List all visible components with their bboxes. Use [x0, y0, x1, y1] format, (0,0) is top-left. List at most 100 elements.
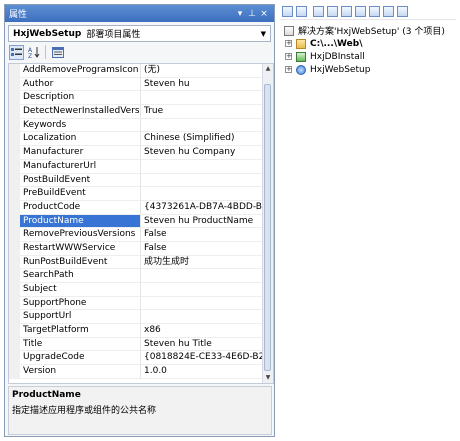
launch-conditions-editor-icon[interactable] — [397, 6, 408, 17]
property-name[interactable]: Version — [20, 365, 141, 379]
categorized-icon[interactable] — [9, 44, 24, 60]
property-value[interactable]: Steven hu Title — [141, 338, 263, 352]
tree-node[interactable]: + HxjDBInstall — [280, 50, 456, 63]
refresh-icon[interactable] — [313, 6, 324, 17]
tree-node[interactable]: + C:\...\Web\ — [280, 37, 456, 50]
file-types-editor-icon[interactable] — [355, 6, 366, 17]
property-row[interactable]: TargetPlatform x86 — [9, 324, 263, 338]
property-name[interactable]: Localization — [20, 132, 141, 147]
registry-editor-icon[interactable] — [341, 6, 352, 17]
property-name[interactable]: DetectNewerInstalledVersion — [20, 105, 141, 119]
property-name[interactable]: AddRemoveProgramsIcon — [20, 64, 141, 78]
property-value[interactable]: False — [141, 228, 263, 242]
property-row[interactable]: DetectNewerInstalledVersion True — [9, 105, 263, 119]
property-row[interactable]: RunPostBuildEvent 成功生成时 — [9, 255, 263, 270]
property-row[interactable]: SupportUrl — [9, 310, 263, 325]
file-system-editor-icon[interactable] — [327, 6, 338, 17]
property-value[interactable]: True — [141, 105, 263, 119]
property-row[interactable]: Description — [9, 91, 263, 106]
property-row[interactable]: Localization Chinese (Simplified) — [9, 132, 263, 147]
property-row[interactable]: Version 1.0.0 — [9, 365, 263, 379]
property-row[interactable]: ProductCode{4373261A-DB7A-4BDD-B91A-0F — [9, 200, 263, 215]
property-row[interactable]: Keywords — [9, 118, 263, 133]
expand-icon[interactable]: + — [285, 66, 292, 73]
properties-icon[interactable] — [282, 6, 293, 17]
property-row[interactable]: ProductName Steven hu ProductName — [9, 214, 263, 229]
property-value[interactable]: Steven hu — [141, 78, 263, 92]
property-row[interactable]: Title Steven hu Title — [9, 337, 263, 352]
tree-node-label[interactable]: HxjDBInstall — [310, 52, 365, 62]
property-row[interactable]: SupportPhone — [9, 296, 263, 311]
close-icon[interactable]: × — [258, 9, 270, 19]
property-value[interactable] — [141, 174, 263, 188]
tree-node[interactable]: 解决方案'HxjWebSetup' (3 个项目) — [280, 24, 456, 37]
property-pages-icon[interactable] — [50, 45, 65, 60]
property-name[interactable]: SupportPhone — [20, 296, 141, 311]
property-value[interactable] — [141, 269, 263, 283]
property-name[interactable]: Manufacturer — [20, 146, 141, 160]
property-name[interactable]: Keywords — [20, 118, 141, 133]
property-name[interactable]: SupportUrl — [20, 310, 141, 325]
property-value[interactable]: Chinese (Simplified) — [141, 132, 263, 147]
tree-node[interactable]: + HxjWebSetup — [280, 63, 456, 76]
property-value[interactable]: x86 — [141, 324, 263, 338]
property-row[interactable]: ManufacturerUrl — [9, 159, 263, 174]
property-row[interactable]: RestartWWWService False — [9, 241, 263, 256]
property-name[interactable]: TargetPlatform — [20, 324, 141, 338]
property-row[interactable]: SearchPath — [9, 269, 263, 283]
property-name[interactable]: Description — [20, 91, 141, 106]
property-name[interactable]: RunPostBuildEvent — [20, 255, 141, 270]
property-value[interactable] — [141, 283, 263, 297]
property-row[interactable]: PostBuildEvent — [9, 173, 263, 188]
alphabetical-icon[interactable]: AZ — [26, 45, 41, 60]
property-value[interactable]: False — [141, 242, 263, 256]
property-name[interactable]: Title — [20, 337, 141, 352]
property-value[interactable]: Steven hu Company — [141, 146, 263, 160]
property-value[interactable] — [141, 160, 263, 174]
property-row[interactable]: Subject — [9, 283, 263, 297]
user-interface-editor-icon[interactable] — [369, 6, 380, 17]
property-name[interactable]: ProductCode — [20, 200, 141, 215]
property-name[interactable]: RemovePreviousVersions — [20, 228, 141, 242]
property-name[interactable]: PostBuildEvent — [20, 173, 141, 188]
expand-icon[interactable]: + — [285, 40, 292, 47]
property-value[interactable] — [141, 187, 263, 201]
property-row[interactable]: AddRemoveProgramsIcon (无) — [9, 64, 263, 78]
property-value[interactable]: (无) — [141, 64, 263, 78]
object-selector-dropdown[interactable]: HxjWebSetup 部署项目属性 ▼ — [8, 25, 271, 42]
property-value[interactable]: 1.0.0 — [141, 365, 263, 379]
scrollbar-thumb[interactable] — [264, 84, 271, 371]
property-value[interactable] — [141, 310, 263, 325]
property-value[interactable] — [141, 119, 263, 133]
property-name[interactable]: ProductName — [20, 214, 141, 229]
expand-icon[interactable]: + — [285, 53, 292, 60]
property-row[interactable]: RemovePreviousVersions False — [9, 228, 263, 242]
scroll-down-icon[interactable]: ▼ — [263, 373, 273, 383]
property-value[interactable]: {4373261A-DB7A-4BDD-B91A-0F — [141, 201, 263, 215]
property-value[interactable]: 成功生成时 — [141, 256, 263, 270]
scroll-up-icon[interactable]: ▲ — [263, 64, 273, 74]
property-value[interactable] — [141, 297, 263, 311]
tree-node-label[interactable]: C:\...\Web\ — [310, 39, 362, 49]
property-name[interactable]: ManufacturerUrl — [20, 159, 141, 174]
auto-hide-pin-icon[interactable]: ⊥ — [246, 9, 258, 19]
property-row[interactable]: Author Steven hu — [9, 77, 263, 92]
property-value[interactable] — [141, 91, 263, 106]
property-name[interactable]: RestartWWWService — [20, 241, 141, 256]
property-value[interactable]: {0818824E-CE33-4E6D-B281-644D — [141, 351, 263, 366]
tree-node-label[interactable]: HxjWebSetup — [310, 65, 370, 75]
property-grid[interactable]: AddRemoveProgramsIcon (无) Author Steven hu D… — [8, 63, 274, 384]
property-row[interactable]: PreBuildEvent — [9, 187, 263, 201]
property-row[interactable]: UpgradeCode{0818824E-CE33-4E6D-B281-644D — [9, 351, 263, 366]
property-value[interactable]: Steven hu ProductName — [141, 215, 263, 229]
property-name[interactable]: Subject — [20, 283, 141, 297]
window-position-dropdown-icon[interactable]: ▾ — [234, 9, 246, 19]
property-name[interactable]: PreBuildEvent — [20, 187, 141, 201]
property-name[interactable]: UpgradeCode — [20, 351, 141, 366]
custom-actions-editor-icon[interactable] — [383, 6, 394, 17]
property-name[interactable]: Author — [20, 77, 141, 92]
show-all-files-icon[interactable] — [296, 6, 307, 17]
property-name[interactable]: SearchPath — [20, 269, 141, 283]
vertical-scrollbar[interactable]: ▲ ▼ — [262, 64, 273, 383]
tree-node-label[interactable]: 解决方案'HxjWebSetup' (3 个项目) — [298, 24, 445, 37]
